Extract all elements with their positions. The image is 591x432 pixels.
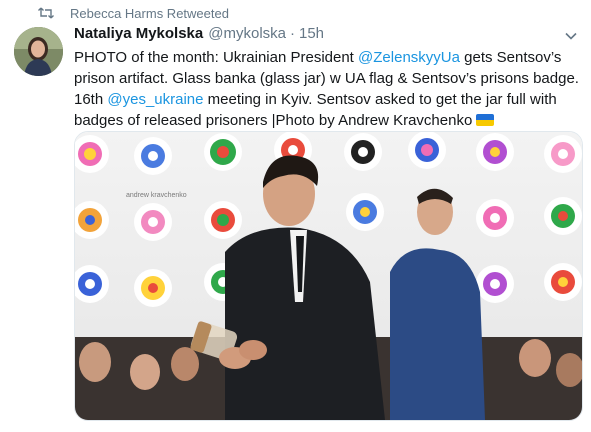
author-name[interactable]: Nataliya Mykolska: [74, 25, 203, 42]
photo-watermark: andrew kravchenko: [126, 192, 187, 199]
retweeted-by-text[interactable]: Rebecca Harms Retweeted: [70, 6, 229, 21]
chevron-down-icon[interactable]: [561, 26, 581, 46]
retweet-icon: [38, 7, 56, 19]
tweet-timestamp[interactable]: 15h: [299, 25, 324, 42]
tweet-header: Nataliya Mykolska @mykolska · 15h: [74, 25, 324, 42]
mention-link[interactable]: @ZelenskyyUa: [358, 49, 460, 66]
retweet-header: Rebecca Harms Retweeted: [38, 4, 229, 22]
separator-dot: ·: [290, 25, 295, 42]
author-handle[interactable]: @mykolska: [208, 25, 286, 42]
tweet-text-part: PHOTO of the month: Ukrainian President: [74, 49, 359, 66]
mention-link[interactable]: @yes_ukraine: [107, 91, 203, 108]
ukraine-flag-icon: [476, 114, 495, 126]
avatar[interactable]: [14, 27, 63, 76]
tweet-text: PHOTO of the month: Ukrainian President …: [74, 47, 579, 131]
tweet-photo[interactable]: andrew kravchenko: [74, 131, 583, 421]
